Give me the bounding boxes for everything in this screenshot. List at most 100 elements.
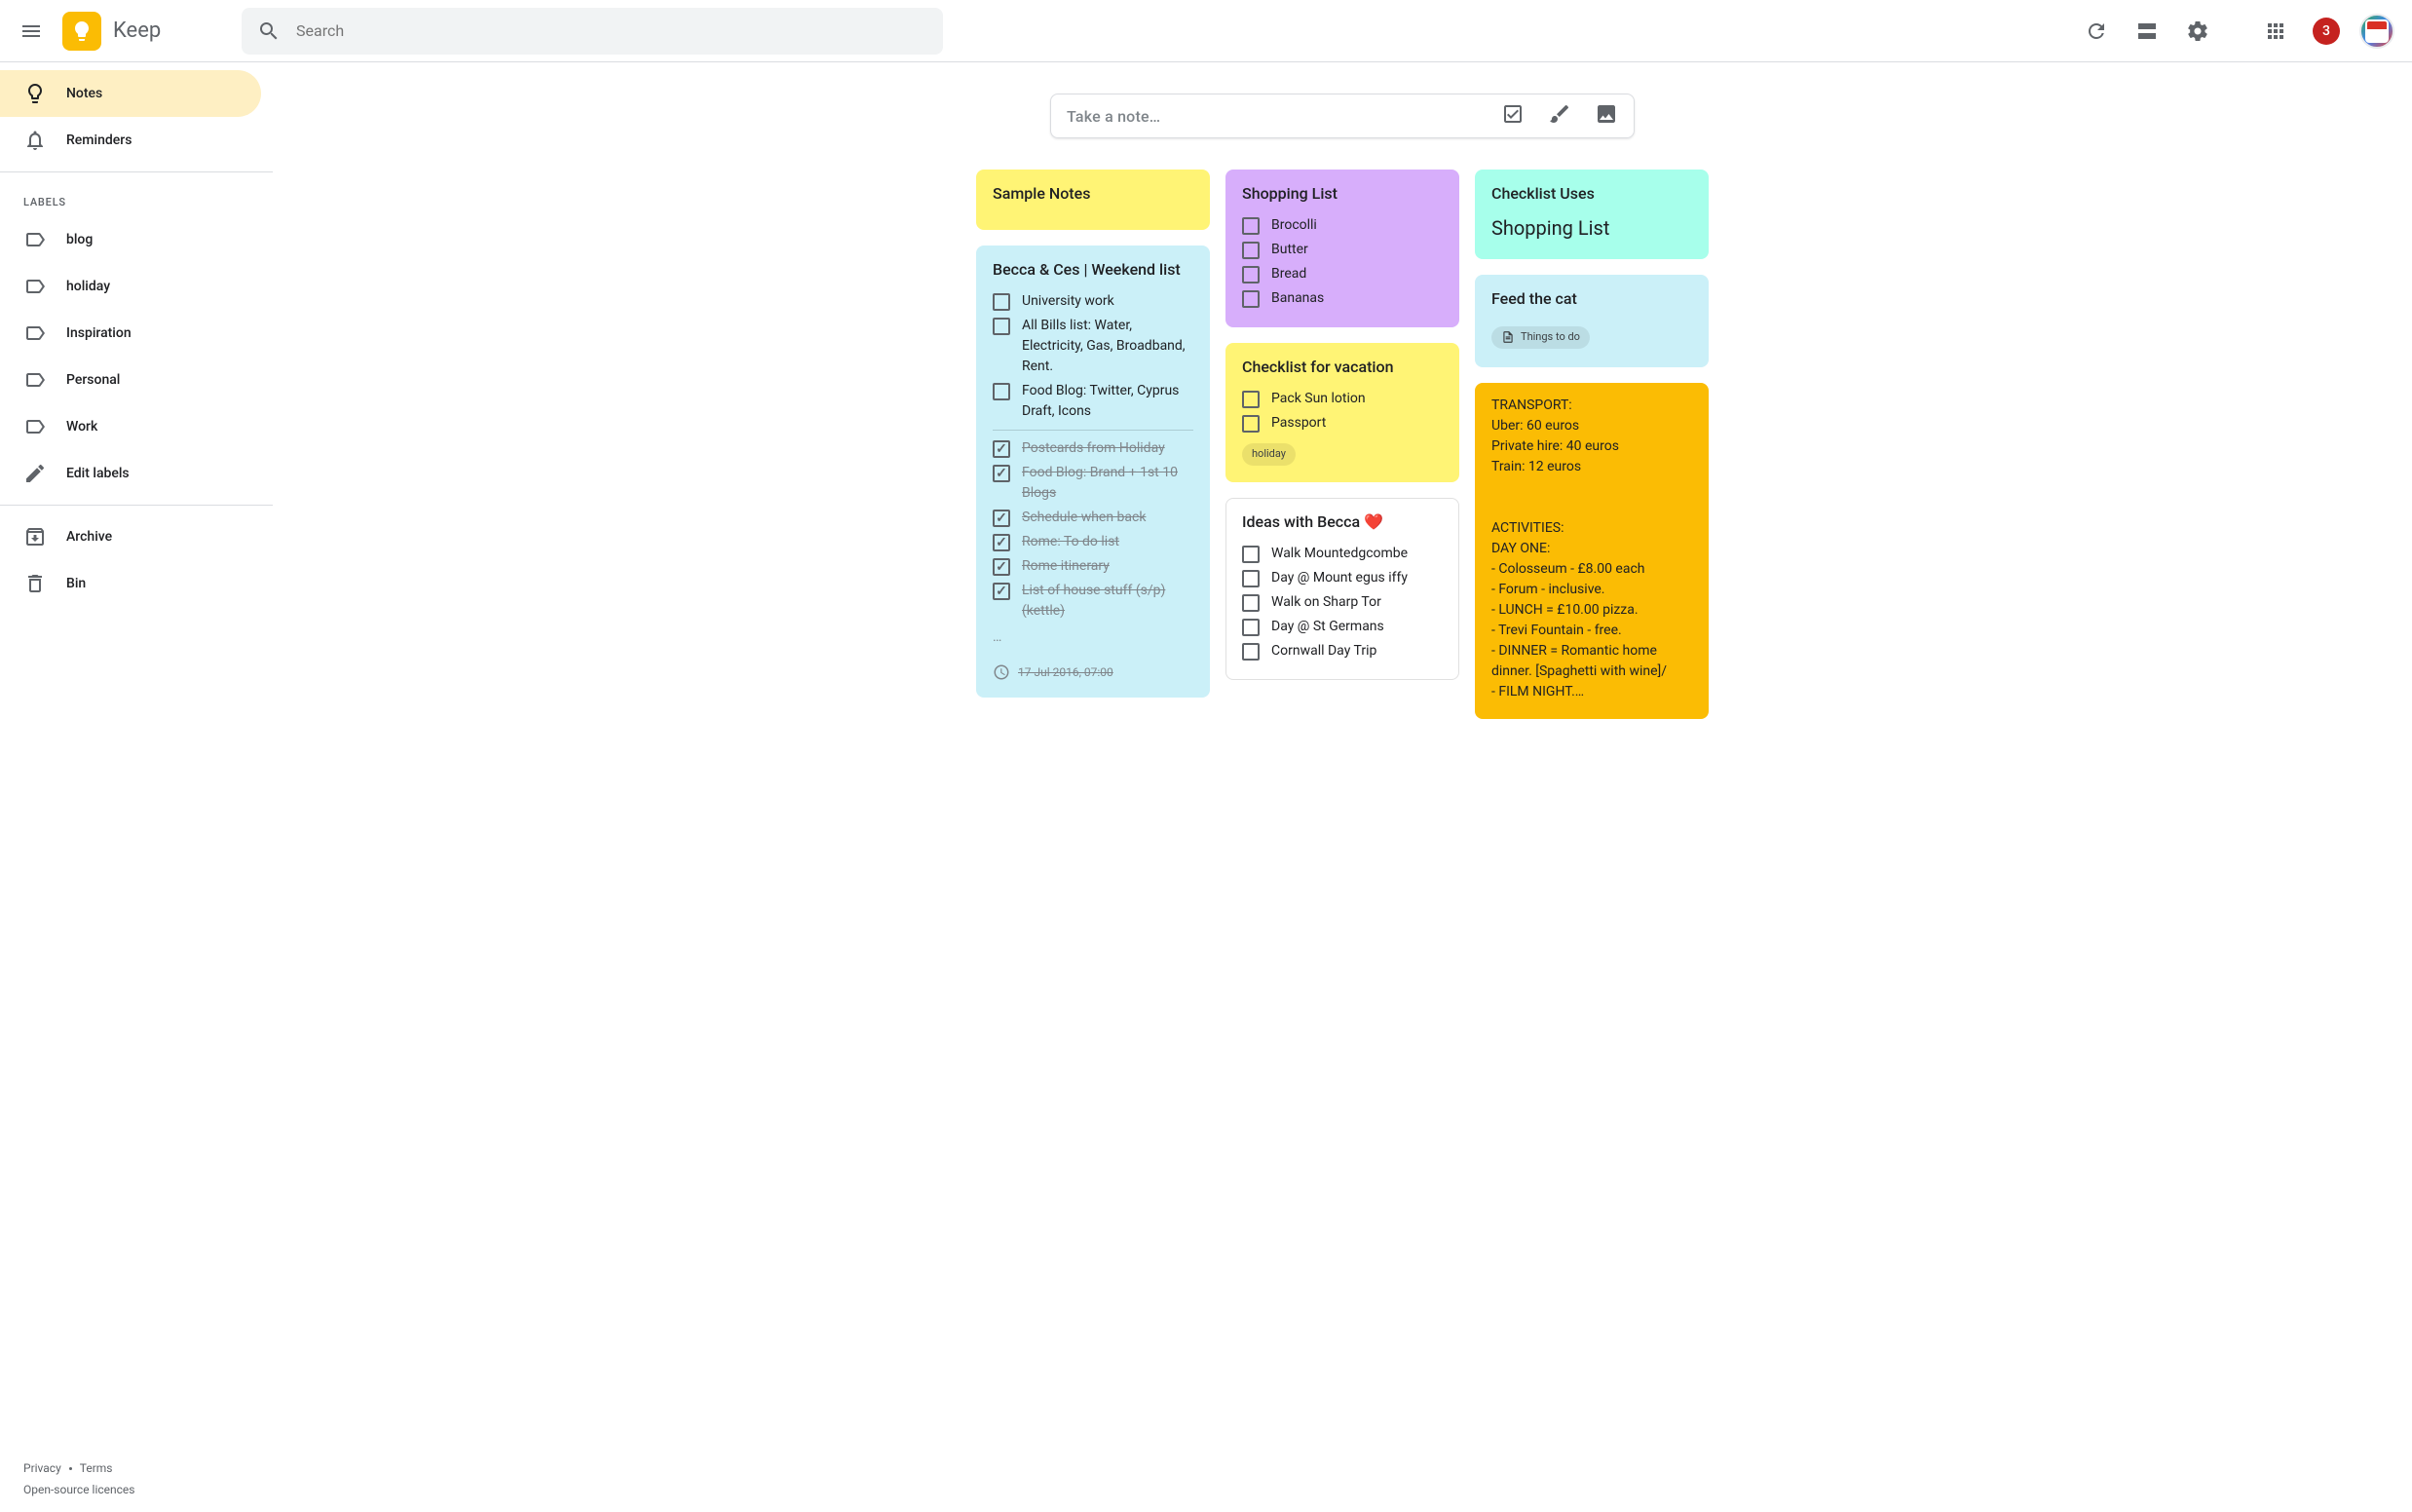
reminder-chip[interactable]: 17 Jul 2016, 07:00 <box>993 663 1193 681</box>
sidebar-item-bin[interactable]: Bin <box>0 560 261 607</box>
notifications-button[interactable]: 3 <box>2303 8 2350 55</box>
checklist-item[interactable]: Food Blog: Twitter, Cyprus Draft, Icons <box>993 379 1193 424</box>
list-view-icon <box>2135 19 2159 43</box>
checklist-item[interactable]: University work <box>993 289 1193 314</box>
checkbox-checked-icon[interactable] <box>993 465 1010 482</box>
checklist-item[interactable]: Food Blog: Brand + 1st 10 Blogs <box>993 461 1193 506</box>
checklist-item[interactable]: Rome: To do list <box>993 530 1193 554</box>
checkbox-checked-icon[interactable] <box>993 534 1010 551</box>
nav-label: Notes <box>66 86 102 101</box>
checklist-item[interactable]: Day @ St Germans <box>1242 615 1443 639</box>
checkbox-icon[interactable] <box>1242 594 1260 612</box>
search-button[interactable] <box>249 12 288 51</box>
checkbox-checked-icon[interactable] <box>993 583 1010 600</box>
gear-icon <box>2186 19 2209 43</box>
checklist-text: Rome itinerary <box>1022 556 1193 577</box>
checkbox-checked-icon[interactable] <box>993 510 1010 527</box>
sidebar-label-work[interactable]: Work <box>0 403 261 450</box>
list-view-button[interactable] <box>2124 8 2170 55</box>
note-card[interactable]: Ideas with Becca ❤️Walk MountedgcombeDay… <box>1225 498 1459 680</box>
checklist-item[interactable]: Bread <box>1242 262 1443 286</box>
checkbox-icon[interactable] <box>1242 391 1260 408</box>
checklist-item[interactable]: All Bills list: Water, Electricity, Gas,… <box>993 314 1193 379</box>
sidebar-label-personal[interactable]: Personal <box>0 357 261 403</box>
bell-icon <box>12 129 58 152</box>
apps-button[interactable] <box>2252 8 2299 55</box>
account-button[interactable] <box>2354 8 2400 55</box>
checkbox-icon[interactable] <box>1242 643 1260 661</box>
menu-icon <box>19 19 43 43</box>
nav-label: blog <box>66 232 93 247</box>
checklist-item[interactable]: Day @ Mount egus iffy <box>1242 566 1443 590</box>
sidebar-item-notes[interactable]: Notes <box>0 70 261 117</box>
licences-link[interactable]: Open-source licences <box>23 1483 134 1496</box>
label-icon <box>12 275 58 298</box>
checkbox-checked-icon[interactable] <box>993 558 1010 576</box>
checklist-item[interactable]: Passport <box>1242 411 1443 435</box>
search-bar[interactable] <box>242 8 943 55</box>
checklist-item[interactable]: Butter <box>1242 238 1443 262</box>
refresh-button[interactable] <box>2073 8 2120 55</box>
checklist-item[interactable]: Postcards from Holiday <box>993 436 1193 461</box>
sidebar-label-blog[interactable]: blog <box>0 216 261 263</box>
notes-column: Checklist UsesShopping List Feed the cat T… <box>1475 170 1709 719</box>
checklist-item[interactable]: Schedule when back <box>993 506 1193 530</box>
checkbox-icon[interactable] <box>993 293 1010 311</box>
checkbox-icon[interactable] <box>1242 570 1260 587</box>
terms-link[interactable]: Terms <box>80 1461 113 1475</box>
checklist-text: Brocolli <box>1271 215 1443 236</box>
new-image-button[interactable] <box>1595 102 1618 130</box>
checklist-item[interactable]: Rome itinerary <box>993 554 1193 579</box>
checkbox-icon[interactable] <box>1242 546 1260 563</box>
nav-label: Archive <box>66 529 112 545</box>
note-title: Checklist for vacation <box>1242 356 1443 379</box>
sidebar-label-holiday[interactable]: holiday <box>0 263 261 310</box>
note-title: Feed the cat <box>1491 287 1692 311</box>
new-list-button[interactable] <box>1501 102 1525 130</box>
checkbox-icon[interactable] <box>1242 415 1260 433</box>
privacy-link[interactable]: Privacy <box>23 1461 61 1475</box>
checkbox-icon[interactable] <box>1242 290 1260 308</box>
take-note-actions <box>1501 102 1618 130</box>
nav-label: holiday <box>66 279 110 294</box>
note-card[interactable]: Sample Notes <box>976 170 1210 230</box>
settings-button[interactable] <box>2174 8 2221 55</box>
checklist-item[interactable]: Brocolli <box>1242 213 1443 238</box>
checklist-item[interactable]: Walk Mountedgcombe <box>1242 542 1443 566</box>
menu-button[interactable] <box>8 8 55 55</box>
checkbox-icon[interactable] <box>1242 242 1260 259</box>
label-icon <box>12 321 58 345</box>
note-title: Shopping List <box>1242 182 1443 206</box>
sidebar-item-archive[interactable]: Archive <box>0 513 261 560</box>
checklist-item[interactable]: Bananas <box>1242 286 1443 311</box>
note-card[interactable]: Becca & Ces | Weekend listUniversity wor… <box>976 246 1210 698</box>
checklist-item[interactable]: Cornwall Day Trip <box>1242 639 1443 663</box>
edit-labels-button[interactable]: Edit labels <box>0 450 261 497</box>
checkbox-checked-icon[interactable] <box>993 440 1010 458</box>
note-card[interactable]: Checklist UsesShopping List <box>1475 170 1709 259</box>
archive-icon <box>12 525 58 548</box>
new-drawing-button[interactable] <box>1548 102 1571 130</box>
note-card[interactable]: Checklist for vacation Pack Sun lotionPas… <box>1225 343 1459 482</box>
label-icon <box>12 368 58 392</box>
checkbox-icon[interactable] <box>1242 266 1260 284</box>
checkbox-icon[interactable] <box>993 383 1010 400</box>
note-card[interactable]: Shopping List BrocolliButterBreadBananas <box>1225 170 1459 327</box>
note-card[interactable]: TRANSPORT: Uber: 60 euros Private hire: … <box>1475 383 1709 719</box>
note-card[interactable]: Feed the cat Things to do <box>1475 275 1709 367</box>
nav-label: Inspiration <box>66 325 132 341</box>
checkbox-icon <box>1501 102 1525 126</box>
label-chip[interactable]: holiday <box>1242 443 1296 466</box>
doc-chip[interactable]: Things to do <box>1491 326 1590 349</box>
checkbox-icon[interactable] <box>1242 217 1260 235</box>
checkbox-icon[interactable] <box>1242 619 1260 636</box>
checklist-item[interactable]: Walk on Sharp Tor <box>1242 590 1443 615</box>
search-input[interactable] <box>288 21 935 40</box>
note-title: Ideas with Becca ❤️ <box>1242 510 1443 534</box>
sidebar-label-inspiration[interactable]: Inspiration <box>0 310 261 357</box>
sidebar-item-reminders[interactable]: Reminders <box>0 117 261 164</box>
checklist-item[interactable]: Pack Sun lotion <box>1242 387 1443 411</box>
checkbox-icon[interactable] <box>993 318 1010 335</box>
take-note-input[interactable]: Take a note… <box>1050 94 1635 138</box>
checklist-item[interactable]: List of house stuff (s/p) (kettle) <box>993 579 1193 624</box>
